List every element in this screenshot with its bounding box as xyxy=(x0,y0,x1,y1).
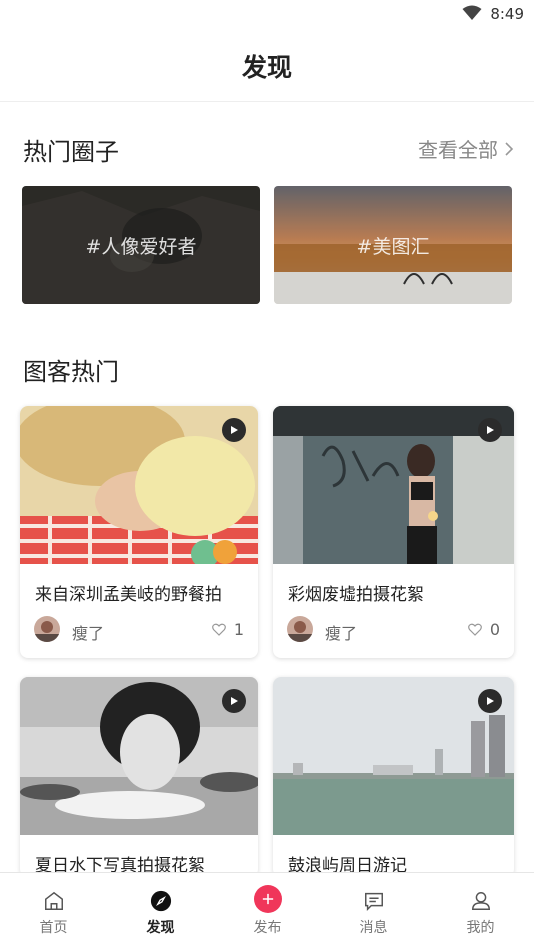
video-play-icon xyxy=(222,418,246,442)
circle-card-gallery[interactable]: #美图汇 xyxy=(274,186,512,304)
heart-icon xyxy=(211,623,226,636)
tab-label: 消息 xyxy=(359,920,388,936)
chevron-right-icon xyxy=(505,141,514,156)
video-play-icon xyxy=(478,418,502,442)
tab-discover[interactable]: 发现 xyxy=(107,873,214,949)
post-caption: 来自深圳孟美岐的野餐拍 xyxy=(35,585,222,605)
wifi-icon xyxy=(462,5,482,20)
message-icon xyxy=(362,889,386,913)
post-card[interactable]: 来自深圳孟美岐的野餐拍 瘦了 1 xyxy=(20,406,258,658)
bottom-tab-bar: 首页 发现 发布 消息 我的 xyxy=(0,872,534,949)
see-all-label: 查看全部 xyxy=(418,138,498,162)
compass-icon xyxy=(149,889,173,913)
post-card[interactable]: 夏日水下写真拍摄花絮 xyxy=(20,677,258,877)
author-avatar[interactable] xyxy=(287,616,313,642)
tab-label: 我的 xyxy=(466,920,495,936)
user-icon xyxy=(469,889,493,913)
like-button[interactable]: 1 xyxy=(211,620,244,639)
video-play-icon xyxy=(478,689,502,713)
home-icon xyxy=(42,889,66,913)
status-time: 8:49 xyxy=(490,5,524,23)
hot-posts-title: 图客热门 xyxy=(23,358,119,386)
circle-label: #美图汇 xyxy=(356,236,430,258)
author-name: 瘦了 xyxy=(325,624,358,643)
plus-icon xyxy=(253,885,282,913)
page-title: 发现 xyxy=(241,53,292,82)
post-card[interactable]: 彩烟废墟拍摄花絮 瘦了 0 xyxy=(273,406,514,658)
author-avatar[interactable] xyxy=(34,616,60,642)
tab-me[interactable]: 我的 xyxy=(427,873,534,949)
author-name: 瘦了 xyxy=(72,624,105,643)
circle-label: #人像爱好者 xyxy=(85,236,197,258)
tab-home[interactable]: 首页 xyxy=(0,873,107,949)
tab-label: 发现 xyxy=(146,920,175,936)
circle-card-portrait[interactable]: #人像爱好者 xyxy=(22,186,260,304)
like-button[interactable]: 0 xyxy=(467,620,500,639)
like-count: 0 xyxy=(489,620,500,639)
tab-messages[interactable]: 消息 xyxy=(320,873,427,949)
tab-label: 发布 xyxy=(253,920,282,936)
status-bar: 8:49 xyxy=(0,0,534,30)
like-count: 1 xyxy=(233,620,244,639)
video-play-icon xyxy=(222,689,246,713)
post-caption: 彩烟废墟拍摄花絮 xyxy=(288,585,424,605)
hot-circles-title: 热门圈子 xyxy=(23,138,119,166)
post-card[interactable]: 鼓浪屿周日游记 xyxy=(273,677,514,877)
heart-icon xyxy=(467,623,482,636)
title-bar: 发现 xyxy=(0,30,534,102)
tab-label: 首页 xyxy=(39,920,68,936)
tab-publish[interactable]: 发布 xyxy=(214,873,321,949)
see-all-link[interactable]: 查看全部 xyxy=(418,134,514,163)
